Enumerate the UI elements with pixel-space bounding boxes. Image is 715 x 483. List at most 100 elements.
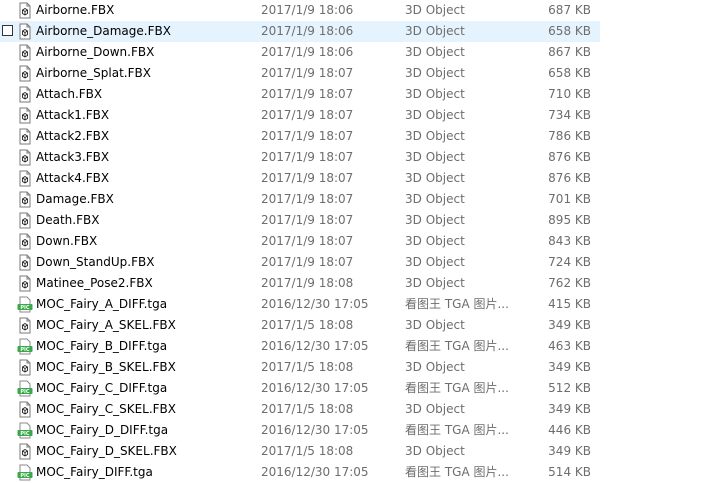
tga-image-icon: PIC [17, 422, 33, 439]
file-size: 415 KB [548, 297, 591, 311]
tga-image-icon: PIC [17, 464, 33, 481]
file-row[interactable]: Airborne.FBX 2017/1/9 18:06 3D Object 687 K… [0, 0, 600, 21]
file-size: 701 KB [548, 192, 591, 206]
file-row[interactable]: Down_StandUp.FBX 2017/1/9 18:07 3D Object 7… [0, 252, 600, 273]
file-size: 843 KB [548, 234, 591, 248]
file-name: Down_StandUp.FBX [36, 255, 155, 269]
fbx-file-icon [17, 191, 33, 208]
file-type: 看图王 TGA 图片... [405, 381, 509, 395]
file-date-modified: 2016/12/30 17:05 [261, 465, 369, 479]
file-size: 687 KB [548, 3, 591, 17]
file-size: 349 KB [548, 360, 591, 374]
fbx-file-icon [17, 86, 33, 103]
file-name: Airborne_Splat.FBX [36, 66, 151, 80]
file-name: MOC_Fairy_B_SKEL.FBX [36, 360, 176, 374]
file-row[interactable]: PIC MOC_Fairy_D_DIFF.tga 2016/12/30 17:05 看… [0, 420, 600, 441]
file-name: Airborne_Damage.FBX [36, 24, 171, 38]
file-row[interactable]: Attack3.FBX 2017/1/9 18:07 3D Object 876 KB [0, 147, 600, 168]
row-select-checkbox[interactable] [2, 25, 13, 36]
file-date-modified: 2016/12/30 17:05 [261, 381, 369, 395]
fbx-file-icon [17, 233, 33, 250]
fbx-file-icon [17, 65, 33, 82]
file-name: MOC_Fairy_B_DIFF.tga [36, 339, 168, 353]
file-date-modified: 2017/1/5 18:08 [261, 318, 354, 332]
file-type: 看图王 TGA 图片... [405, 297, 509, 311]
file-date-modified: 2017/1/9 18:07 [261, 192, 354, 206]
file-size: 762 KB [548, 276, 591, 290]
file-row[interactable]: Attack2.FBX 2017/1/9 18:07 3D Object 786 KB [0, 126, 600, 147]
file-type: 3D Object [405, 192, 465, 206]
file-size: 349 KB [548, 402, 591, 416]
file-type: 看图王 TGA 图片... [405, 465, 509, 479]
file-row[interactable]: PIC MOC_Fairy_DIFF.tga 2016/12/30 17:05 看图王… [0, 462, 600, 483]
file-size: 786 KB [548, 129, 591, 143]
file-name: Attach.FBX [36, 87, 103, 101]
file-name: Attack3.FBX [36, 150, 110, 164]
file-size: 867 KB [548, 45, 591, 59]
file-date-modified: 2016/12/30 17:05 [261, 423, 369, 437]
file-type: 3D Object [405, 213, 465, 227]
file-name: Down.FBX [36, 234, 98, 248]
file-date-modified: 2017/1/9 18:07 [261, 66, 354, 80]
file-date-modified: 2016/12/30 17:05 [261, 297, 369, 311]
file-date-modified: 2017/1/9 18:07 [261, 108, 354, 122]
svg-text:PIC: PIC [20, 389, 30, 395]
file-size: 349 KB [548, 444, 591, 458]
file-row[interactable]: Down.FBX 2017/1/9 18:07 3D Object 843 KB [0, 231, 600, 252]
file-size: 710 KB [548, 87, 591, 101]
fbx-file-icon [17, 107, 33, 124]
tga-image-icon: PIC [17, 380, 33, 397]
file-row[interactable]: Death.FBX 2017/1/9 18:07 3D Object 895 KB [0, 210, 600, 231]
file-name: Matinee_Pose2.FBX [36, 276, 153, 290]
file-type: 3D Object [405, 150, 465, 164]
file-date-modified: 2017/1/9 18:06 [261, 3, 354, 17]
file-type: 3D Object [405, 444, 465, 458]
file-row[interactable]: MOC_Fairy_C_SKEL.FBX 2017/1/5 18:08 3D Obj… [0, 399, 600, 420]
file-row[interactable]: Attack1.FBX 2017/1/9 18:07 3D Object 734 KB [0, 105, 600, 126]
svg-text:PIC: PIC [20, 473, 30, 479]
file-size: 514 KB [548, 465, 591, 479]
file-type: 3D Object [405, 318, 465, 332]
fbx-file-icon [17, 401, 33, 418]
file-size: 658 KB [548, 24, 591, 38]
file-date-modified: 2016/12/30 17:05 [261, 339, 369, 353]
svg-text:PIC: PIC [20, 431, 30, 437]
file-row[interactable]: Damage.FBX 2017/1/9 18:07 3D Object 701 KB [0, 189, 600, 210]
file-row[interactable]: PIC MOC_Fairy_A_DIFF.tga 2016/12/30 17:05 看… [0, 294, 600, 315]
file-row[interactable]: PIC MOC_Fairy_C_DIFF.tga 2016/12/30 17:05 看… [0, 378, 600, 399]
fbx-file-icon [17, 359, 33, 376]
file-row[interactable]: Attack4.FBX 2017/1/9 18:07 3D Object 876 KB [0, 168, 600, 189]
file-type: 3D Object [405, 234, 465, 248]
fbx-file-icon [17, 170, 33, 187]
file-row[interactable]: Matinee_Pose2.FBX 2017/1/9 18:08 3D Object… [0, 273, 600, 294]
file-size: 734 KB [548, 108, 591, 122]
file-name: Airborne.FBX [36, 3, 115, 17]
file-name: MOC_Fairy_A_SKEL.FBX [36, 318, 176, 332]
file-date-modified: 2017/1/9 18:07 [261, 87, 354, 101]
file-size: 512 KB [548, 381, 591, 395]
fbx-file-icon [17, 23, 33, 40]
file-type: 3D Object [405, 45, 465, 59]
file-row[interactable]: Airborne_Splat.FBX 2017/1/9 18:07 3D Objec… [0, 63, 600, 84]
fbx-file-icon [17, 317, 33, 334]
fbx-file-icon [17, 275, 33, 292]
file-row[interactable]: Airborne_Damage.FBX 2017/1/9 18:06 3D Obje… [0, 21, 600, 42]
file-row[interactable]: PIC MOC_Fairy_B_DIFF.tga 2016/12/30 17:05 看… [0, 336, 600, 357]
file-name: Attack4.FBX [36, 171, 110, 185]
file-size: 895 KB [548, 213, 591, 227]
file-row[interactable]: Airborne_Down.FBX 2017/1/9 18:06 3D Object… [0, 42, 600, 63]
file-row[interactable]: MOC_Fairy_B_SKEL.FBX 2017/1/5 18:08 3D Obj… [0, 357, 600, 378]
file-size: 724 KB [548, 255, 591, 269]
tga-image-icon: PIC [17, 338, 33, 355]
fbx-file-icon [17, 443, 33, 460]
file-type: 3D Object [405, 87, 465, 101]
file-name: MOC_Fairy_C_DIFF.tga [36, 381, 168, 395]
file-date-modified: 2017/1/9 18:08 [261, 276, 354, 290]
fbx-file-icon [17, 44, 33, 61]
file-row[interactable]: MOC_Fairy_A_SKEL.FBX 2017/1/5 18:08 3D Obj… [0, 315, 600, 336]
file-row[interactable]: MOC_Fairy_D_SKEL.FBX 2017/1/5 18:08 3D Obj… [0, 441, 600, 462]
file-type: 3D Object [405, 3, 465, 17]
file-row[interactable]: Attach.FBX 2017/1/9 18:07 3D Object 710 KB [0, 84, 600, 105]
file-date-modified: 2017/1/9 18:07 [261, 234, 354, 248]
file-type: 3D Object [405, 66, 465, 80]
